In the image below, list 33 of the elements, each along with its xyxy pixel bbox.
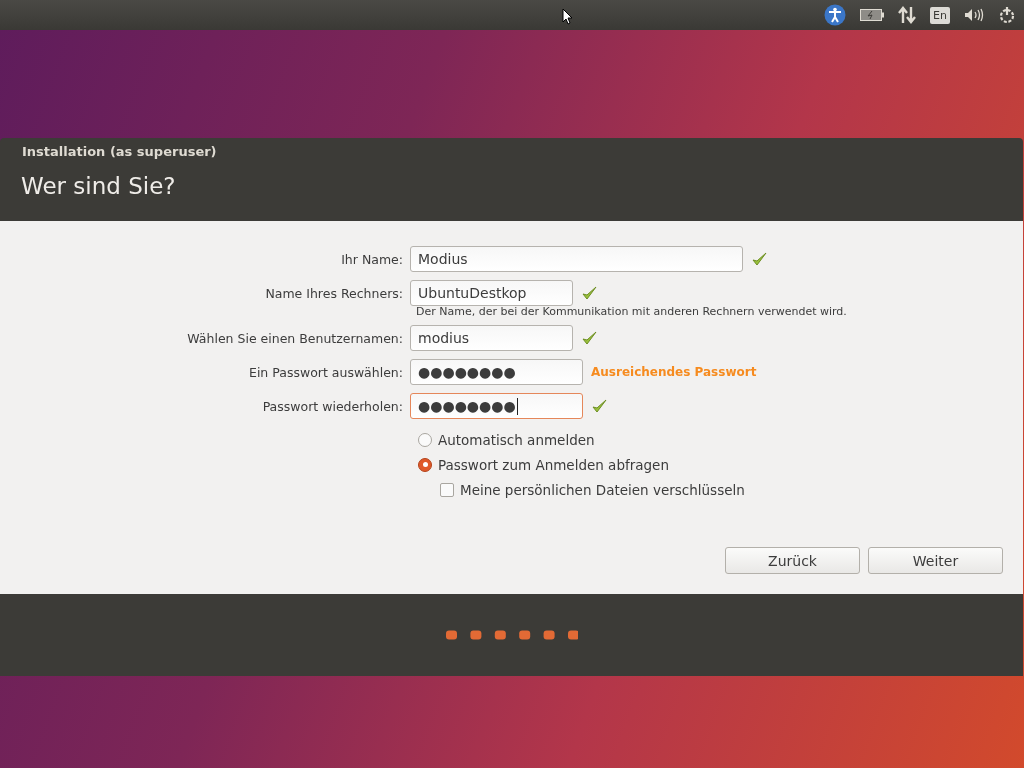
field-label: Ein Passwort auswählen:: [248, 364, 404, 380]
field-label: Passwort wiederholen:: [261, 398, 404, 414]
hint-text: Der Name, der bei der Kommunikation mit anderen Rechnern verwendet wird.: [416, 305, 848, 318]
field-label: Ihr Name:: [340, 251, 404, 267]
nav-button[interactable]: Weiter: [868, 547, 1003, 574]
radio-label[interactable]: Passwort zum Anmelden abfragen: [438, 456, 669, 473]
text-field[interactable]: modius: [410, 325, 573, 351]
checkmark-icon: [591, 398, 608, 414]
page-heading: Wer sind Sie?: [20, 172, 177, 201]
text-field[interactable]: ●●●●●●●●: [410, 393, 583, 419]
text-field[interactable]: Modius: [410, 246, 743, 272]
checkmark-icon: [581, 285, 598, 301]
volume-icon[interactable]: [964, 8, 984, 22]
checkmark-icon: [751, 251, 768, 267]
keyboard-layout-indicator[interactable]: En: [930, 6, 950, 24]
power-gear-icon[interactable]: [998, 6, 1016, 24]
radio-button[interactable]: [418, 432, 432, 447]
password-strength-text: Ausreichendes Passwort: [591, 365, 757, 379]
battery-icon[interactable]: [860, 9, 885, 21]
text-field[interactable]: UbuntuDestkop: [410, 280, 573, 306]
mouse-pointer-icon: [562, 8, 573, 25]
checkbox-label[interactable]: Meine persönlichen Dateien verschlüsseln: [460, 481, 745, 498]
field-label: Name Ihres Rechners:: [264, 285, 404, 301]
window-title: Installation (as superuser): [21, 143, 218, 161]
network-arrows-icon[interactable]: [898, 6, 917, 24]
radio-label[interactable]: Automatisch anmelden: [438, 431, 595, 448]
field-label: Wählen Sie einen Benutzernamen:: [186, 330, 404, 346]
text-field[interactable]: ●●●●●●●●: [410, 359, 583, 385]
nav-button[interactable]: Zurück: [725, 547, 860, 574]
checkmark-icon: [581, 330, 598, 346]
checkbox[interactable]: [440, 482, 454, 497]
accessibility-icon[interactable]: [824, 4, 847, 26]
radio-button[interactable]: [418, 457, 432, 472]
